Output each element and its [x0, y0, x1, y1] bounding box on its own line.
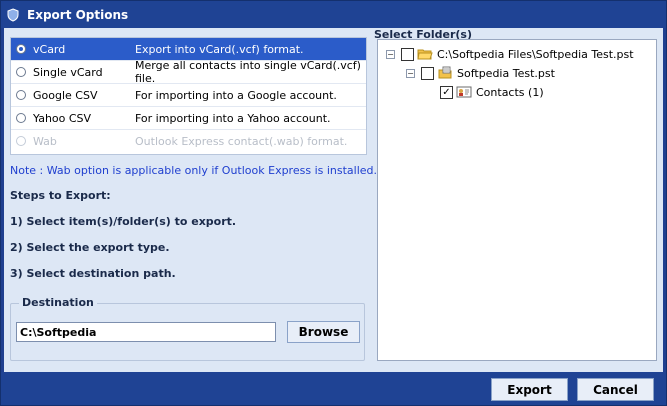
radio-button[interactable] [16, 44, 26, 54]
contacts-checkbox[interactable]: ✓ [440, 85, 453, 99]
destination-path-input[interactable] [16, 322, 276, 342]
contacts-card-icon [456, 85, 472, 99]
root-checkbox[interactable] [401, 47, 414, 61]
option-wab: Wab Outlook Express contact(.wab) format… [11, 130, 366, 152]
option-name: Google CSV [33, 88, 98, 102]
tree-node-store[interactable]: − Softpedia Test.pst [406, 65, 555, 81]
option-name: Wab [33, 134, 57, 148]
radio-button[interactable] [16, 67, 26, 77]
step-3: 3) Select destination path. [10, 267, 176, 280]
radio-button[interactable] [16, 113, 26, 123]
radio-button[interactable] [16, 90, 26, 100]
cancel-button[interactable]: Cancel [577, 378, 654, 401]
destination-label: Destination [19, 296, 97, 309]
browse-button[interactable]: Browse [287, 321, 360, 343]
root-label: C:\Softpedia Files\Softpedia Test.pst [437, 47, 634, 61]
tree-node-contacts[interactable]: ✓ Contacts (1) [440, 84, 544, 100]
button-bar: Export Cancel [1, 372, 666, 405]
option-single-vcard[interactable]: Single vCard Merge all contacts into sin… [11, 59, 366, 85]
step-2: 2) Select the export type. [10, 241, 170, 254]
option-description: Merge all contacts into single vCard(.vc… [135, 59, 361, 85]
step-1: 1) Select item(s)/folder(s) to export. [10, 215, 237, 228]
window-title: Export Options [27, 7, 129, 22]
store-checkbox[interactable] [421, 66, 434, 80]
wab-note: Note : Wab option is applicable only if … [10, 164, 378, 177]
export-type-list: vCard Export into vCard(.vcf) format. Si… [10, 37, 367, 155]
pst-file-icon [437, 66, 453, 80]
steps-heading: Steps to Export: [10, 189, 111, 202]
option-name: Yahoo CSV [33, 111, 92, 125]
option-description: Outlook Express contact(.wab) format. [135, 134, 348, 148]
option-google-csv[interactable]: Google CSV For importing into a Google a… [11, 84, 366, 107]
radio-button [16, 136, 26, 146]
option-description: For importing into a Yahoo account. [135, 111, 331, 125]
option-description: Export into vCard(.vcf) format. [135, 42, 304, 56]
store-label: Softpedia Test.pst [457, 66, 555, 80]
option-yahoo-csv[interactable]: Yahoo CSV For importing into a Yahoo acc… [11, 107, 366, 130]
collapse-icon[interactable]: − [386, 49, 395, 59]
export-options-window: Export Options vCard Export into vCard(.… [0, 0, 667, 406]
tree-node-root[interactable]: − C:\Softpedia Files\Softpedia Test.pst [386, 46, 634, 62]
folder-open-icon [417, 47, 433, 61]
contacts-label: Contacts (1) [476, 85, 544, 99]
export-button[interactable]: Export [491, 378, 568, 401]
app-shield-icon [5, 7, 21, 23]
option-name: Single vCard [33, 65, 103, 79]
title-bar[interactable]: Export Options [1, 1, 666, 28]
option-vcard[interactable]: vCard Export into vCard(.vcf) format. [11, 38, 366, 61]
dialog-body: vCard Export into vCard(.vcf) format. Si… [4, 28, 663, 372]
folder-tree[interactable]: − C:\Softpedia Files\Softpedia Test.pst … [377, 39, 657, 361]
destination-group: Destination Browse [10, 296, 365, 361]
option-description: For importing into a Google account. [135, 88, 337, 102]
collapse-icon[interactable]: − [406, 68, 415, 78]
option-name: vCard [33, 42, 66, 56]
